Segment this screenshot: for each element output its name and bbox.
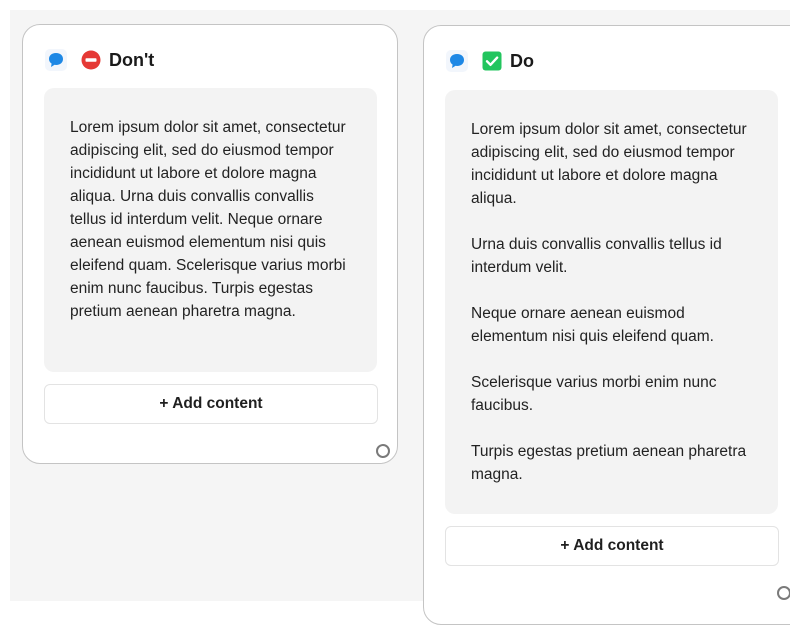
add-content-button[interactable]: + Add content [445, 526, 779, 566]
content-paragraph: Scelerisque varius morbi enim nunc fauci… [471, 374, 717, 414]
dont-card[interactable]: Don't Lorem ipsum dolor sit amet, consec… [22, 24, 398, 464]
card-header: Don't [45, 41, 195, 79]
resize-handle[interactable] [376, 444, 390, 458]
chat-bubble-icon[interactable] [446, 50, 468, 72]
card-header: Do [446, 42, 574, 80]
check-box-icon [482, 51, 502, 71]
content-paragraph: Urna duis convallis convallis tellus id … [471, 236, 722, 276]
content-paragraph: Lorem ipsum dolor sit amet, consectetur … [471, 121, 747, 207]
content-box[interactable]: Lorem ipsum dolor sit amet, consectetur … [445, 90, 778, 514]
card-title: Don't [109, 49, 155, 70]
content-paragraph: Lorem ipsum dolor sit amet, consectetur … [70, 119, 346, 320]
resize-handle[interactable] [777, 586, 790, 600]
content-paragraph: Turpis egestas pretium aenean pharetra m… [471, 443, 747, 483]
chat-bubble-icon[interactable] [45, 49, 67, 71]
add-content-button[interactable]: + Add content [44, 384, 378, 424]
card-title: Do [510, 50, 534, 71]
do-card[interactable]: Do Lorem ipsum dolor sit amet, consectet… [423, 25, 790, 625]
content-paragraph: Neque ornare aenean euismod elementum ni… [471, 305, 714, 345]
no-entry-icon [81, 50, 101, 70]
content-box[interactable]: Lorem ipsum dolor sit amet, consectetur … [44, 88, 377, 372]
